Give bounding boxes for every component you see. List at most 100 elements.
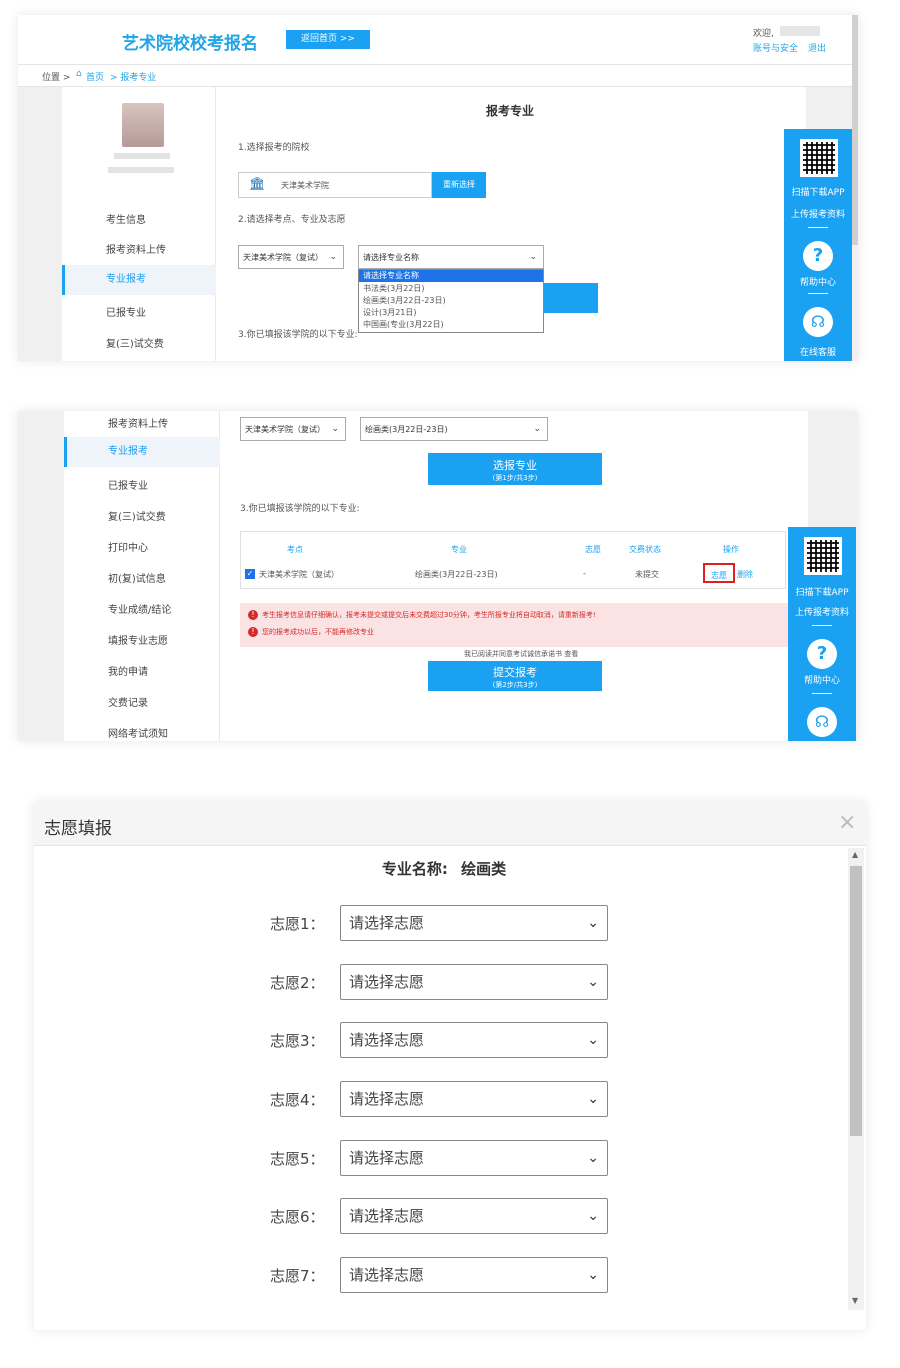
home-button[interactable]: 返回首页 >>: [286, 30, 370, 49]
exam-site-select[interactable]: 天津美术学院（复试） ⌄: [238, 245, 344, 269]
chevron-down-icon: ⌄: [587, 1091, 599, 1107]
chevron-down-icon: ⌄: [587, 915, 599, 931]
sidebar-item-applied[interactable]: 已报专业: [62, 304, 260, 319]
logout-link[interactable]: 退出: [808, 41, 826, 54]
dialog-scrollbar-track[interactable]: ▲ ▼: [848, 848, 864, 1310]
account-security-link[interactable]: 账号与安全: [753, 41, 798, 54]
headset-icon[interactable]: ☊: [807, 707, 837, 737]
major-select-value: 绘画类(3月22日-23日): [365, 424, 448, 434]
sidebar-item-student-info[interactable]: 考生信息: [62, 211, 260, 226]
help-center-label[interactable]: 帮助中心: [788, 673, 856, 686]
dropdown-option[interactable]: 中国画(专业(3月22日): [363, 319, 444, 330]
major-name-value: 绘画类: [461, 860, 507, 878]
wish-select-1[interactable]: 请选择志愿 ⌄: [340, 905, 608, 941]
sidebar-item-upload[interactable]: 报考资料上传: [64, 415, 168, 430]
online-service-label[interactable]: 在线客服: [784, 345, 852, 358]
help-icon[interactable]: ?: [803, 241, 833, 271]
table-row: ✓ 天津美术学院（复试） 绘画类(3月22日-23日) - 未提交 志愿 删除: [241, 558, 787, 588]
qr-code-icon: [800, 139, 838, 177]
help-icon[interactable]: ?: [807, 639, 837, 669]
major-select[interactable]: 请选择专业名称 ⌄: [358, 245, 544, 269]
row-checkbox[interactable]: ✓: [245, 569, 255, 579]
close-icon[interactable]: ×: [838, 810, 856, 835]
wish-row-7: 志愿7： 请选择志愿 ⌄: [34, 1257, 866, 1293]
sidebar-item-payments[interactable]: 交费记录: [64, 694, 148, 709]
wish-action-link[interactable]: 志愿: [703, 563, 735, 583]
table-header-major: 专业: [451, 545, 467, 554]
headset-icon[interactable]: ☊: [803, 307, 833, 337]
wish-row-5: 志愿5： 请选择志愿 ⌄: [34, 1140, 866, 1176]
dropdown-option[interactable]: 书法类(3月22日): [363, 283, 425, 294]
sidebar-item-exam-info[interactable]: 初(复)试信息: [64, 570, 166, 585]
upload-label[interactable]: 上传报考资料: [784, 207, 852, 220]
step3-label: 3.你已填报该学院的以下专业:: [238, 330, 358, 340]
submit-application-button[interactable]: 提交报考 (第2步/共3步): [428, 661, 602, 691]
exam-site-select[interactable]: 天津美术学院（复试） ⌄: [240, 417, 346, 441]
sidebar-item-applications[interactable]: 我的申请: [64, 663, 148, 678]
sidebar-item-scores[interactable]: 专业成绩/结论: [64, 601, 171, 616]
school-name: 天津美术学院: [281, 181, 329, 190]
help-center-label[interactable]: 帮助中心: [784, 275, 852, 288]
select-major-button-title: 选报专业: [493, 459, 537, 472]
panel-major-list: 报考资料上传 专业报考 已报专业 复(三)试交费 打印中心 初(复)试信息 专业…: [18, 411, 858, 741]
breadcrumb: 位置 > ⌂ 首页 > 报考专业: [18, 65, 858, 87]
sidebar-item-upload[interactable]: 报考资料上传: [62, 241, 260, 256]
agree-text[interactable]: 我已阅读并同意考试诚信承诺书 查看: [464, 649, 578, 659]
major-select[interactable]: 绘画类(3月22日-23日) ⌄: [360, 417, 548, 441]
row-site: 天津美术学院（复试）: [259, 570, 339, 579]
sidebar-item-major-apply[interactable]: 专业报考: [62, 265, 216, 295]
panel-major-selection-dropdown: 艺术院校校考报名 返回首页 >> 欢迎, 账号与安全 退出 位置 > ⌂ 首页 …: [18, 15, 858, 361]
wish-select-2[interactable]: 请选择志愿 ⌄: [340, 964, 608, 1000]
major-name-label: 专业名称:: [381, 860, 448, 878]
dropdown-option[interactable]: 绘画类(3月22日-23日): [363, 295, 446, 306]
dialog-header: 志愿填报 ×: [34, 802, 866, 846]
table-header-wish: 志愿: [585, 545, 601, 554]
sidebar-item-print[interactable]: 打印中心: [64, 539, 148, 554]
wish-label: 志愿2：: [270, 974, 325, 992]
scroll-up-arrow[interactable]: ▲: [852, 850, 858, 859]
wish-label: 志愿3：: [270, 1032, 325, 1050]
delete-action-link[interactable]: 删除: [737, 569, 753, 580]
wish-select-3[interactable]: 请选择志愿 ⌄: [340, 1022, 608, 1058]
wish-select-7[interactable]: 请选择志愿 ⌄: [340, 1257, 608, 1293]
submit-button-title: 提交报考: [493, 666, 537, 679]
reselect-button[interactable]: 重新选择: [432, 172, 486, 198]
qr-code-icon: [804, 537, 842, 575]
breadcrumb-position: 位置 >: [42, 73, 71, 83]
sidebar-item-fee[interactable]: 复(三)试交费: [62, 335, 260, 350]
wish-label: 志愿1：: [270, 915, 325, 933]
row-pay-status: 未提交: [635, 570, 659, 579]
divider: [812, 625, 832, 626]
wish-label: 志愿6：: [270, 1208, 325, 1226]
download-app-label[interactable]: 扫描下载APP: [784, 185, 852, 198]
wish-select-6[interactable]: 请选择志愿 ⌄: [340, 1198, 608, 1234]
wish-select-4[interactable]: 请选择志愿 ⌄: [340, 1081, 608, 1117]
dropdown-option[interactable]: 设计(3月21日): [363, 307, 417, 318]
breadcrumb-home[interactable]: 首页: [86, 70, 104, 83]
sidebar-item-fee[interactable]: 复(三)试交费: [64, 508, 166, 523]
table-header-action: 操作: [723, 545, 739, 554]
chevron-down-icon: ⌄: [533, 424, 541, 434]
select-major-button[interactable]: 选报专业 (第1步/共3步): [428, 453, 602, 485]
sidebar-item-applied[interactable]: 已报专业: [64, 477, 148, 492]
scroll-down-arrow[interactable]: ▼: [852, 1296, 858, 1305]
floating-service-bar: 扫描下载APP 上传报考资料 ? 帮助中心 ☊ 在线客服: [784, 129, 852, 361]
site-header: 艺术院校校考报名 返回首页 >> 欢迎, 账号与安全 退出: [18, 15, 858, 65]
wish-row-4: 志愿4： 请选择志愿 ⌄: [34, 1081, 866, 1117]
step2-label: 2.请选择考点、专业及志愿: [238, 215, 346, 225]
download-app-label[interactable]: 扫描下载APP: [788, 585, 856, 598]
wish-row-3: 志愿3： 请选择志愿 ⌄: [34, 1022, 866, 1058]
scrollbar-thumb[interactable]: [850, 866, 862, 1136]
upload-label[interactable]: 上传报考资料: [788, 605, 856, 618]
wish-select-5[interactable]: 请选择志愿 ⌄: [340, 1140, 608, 1176]
divider: [812, 693, 832, 694]
sidebar-item-major-apply[interactable]: 专业报考: [64, 437, 220, 467]
sidebar-item-wishes[interactable]: 填报专业志愿: [64, 632, 168, 647]
sidebar-item-online-exam[interactable]: 网络考试须知: [64, 725, 168, 740]
wish-select-value: 请选择志愿: [349, 1207, 425, 1225]
scrollbar[interactable]: [852, 15, 858, 245]
chevron-down-icon: ⌄: [587, 1267, 599, 1283]
dialog-title: 志愿填报: [44, 819, 112, 839]
select-major-button-sub: (第1步/共3步): [492, 474, 538, 482]
dropdown-option-highlighted[interactable]: 请选择专业名称: [359, 270, 543, 282]
